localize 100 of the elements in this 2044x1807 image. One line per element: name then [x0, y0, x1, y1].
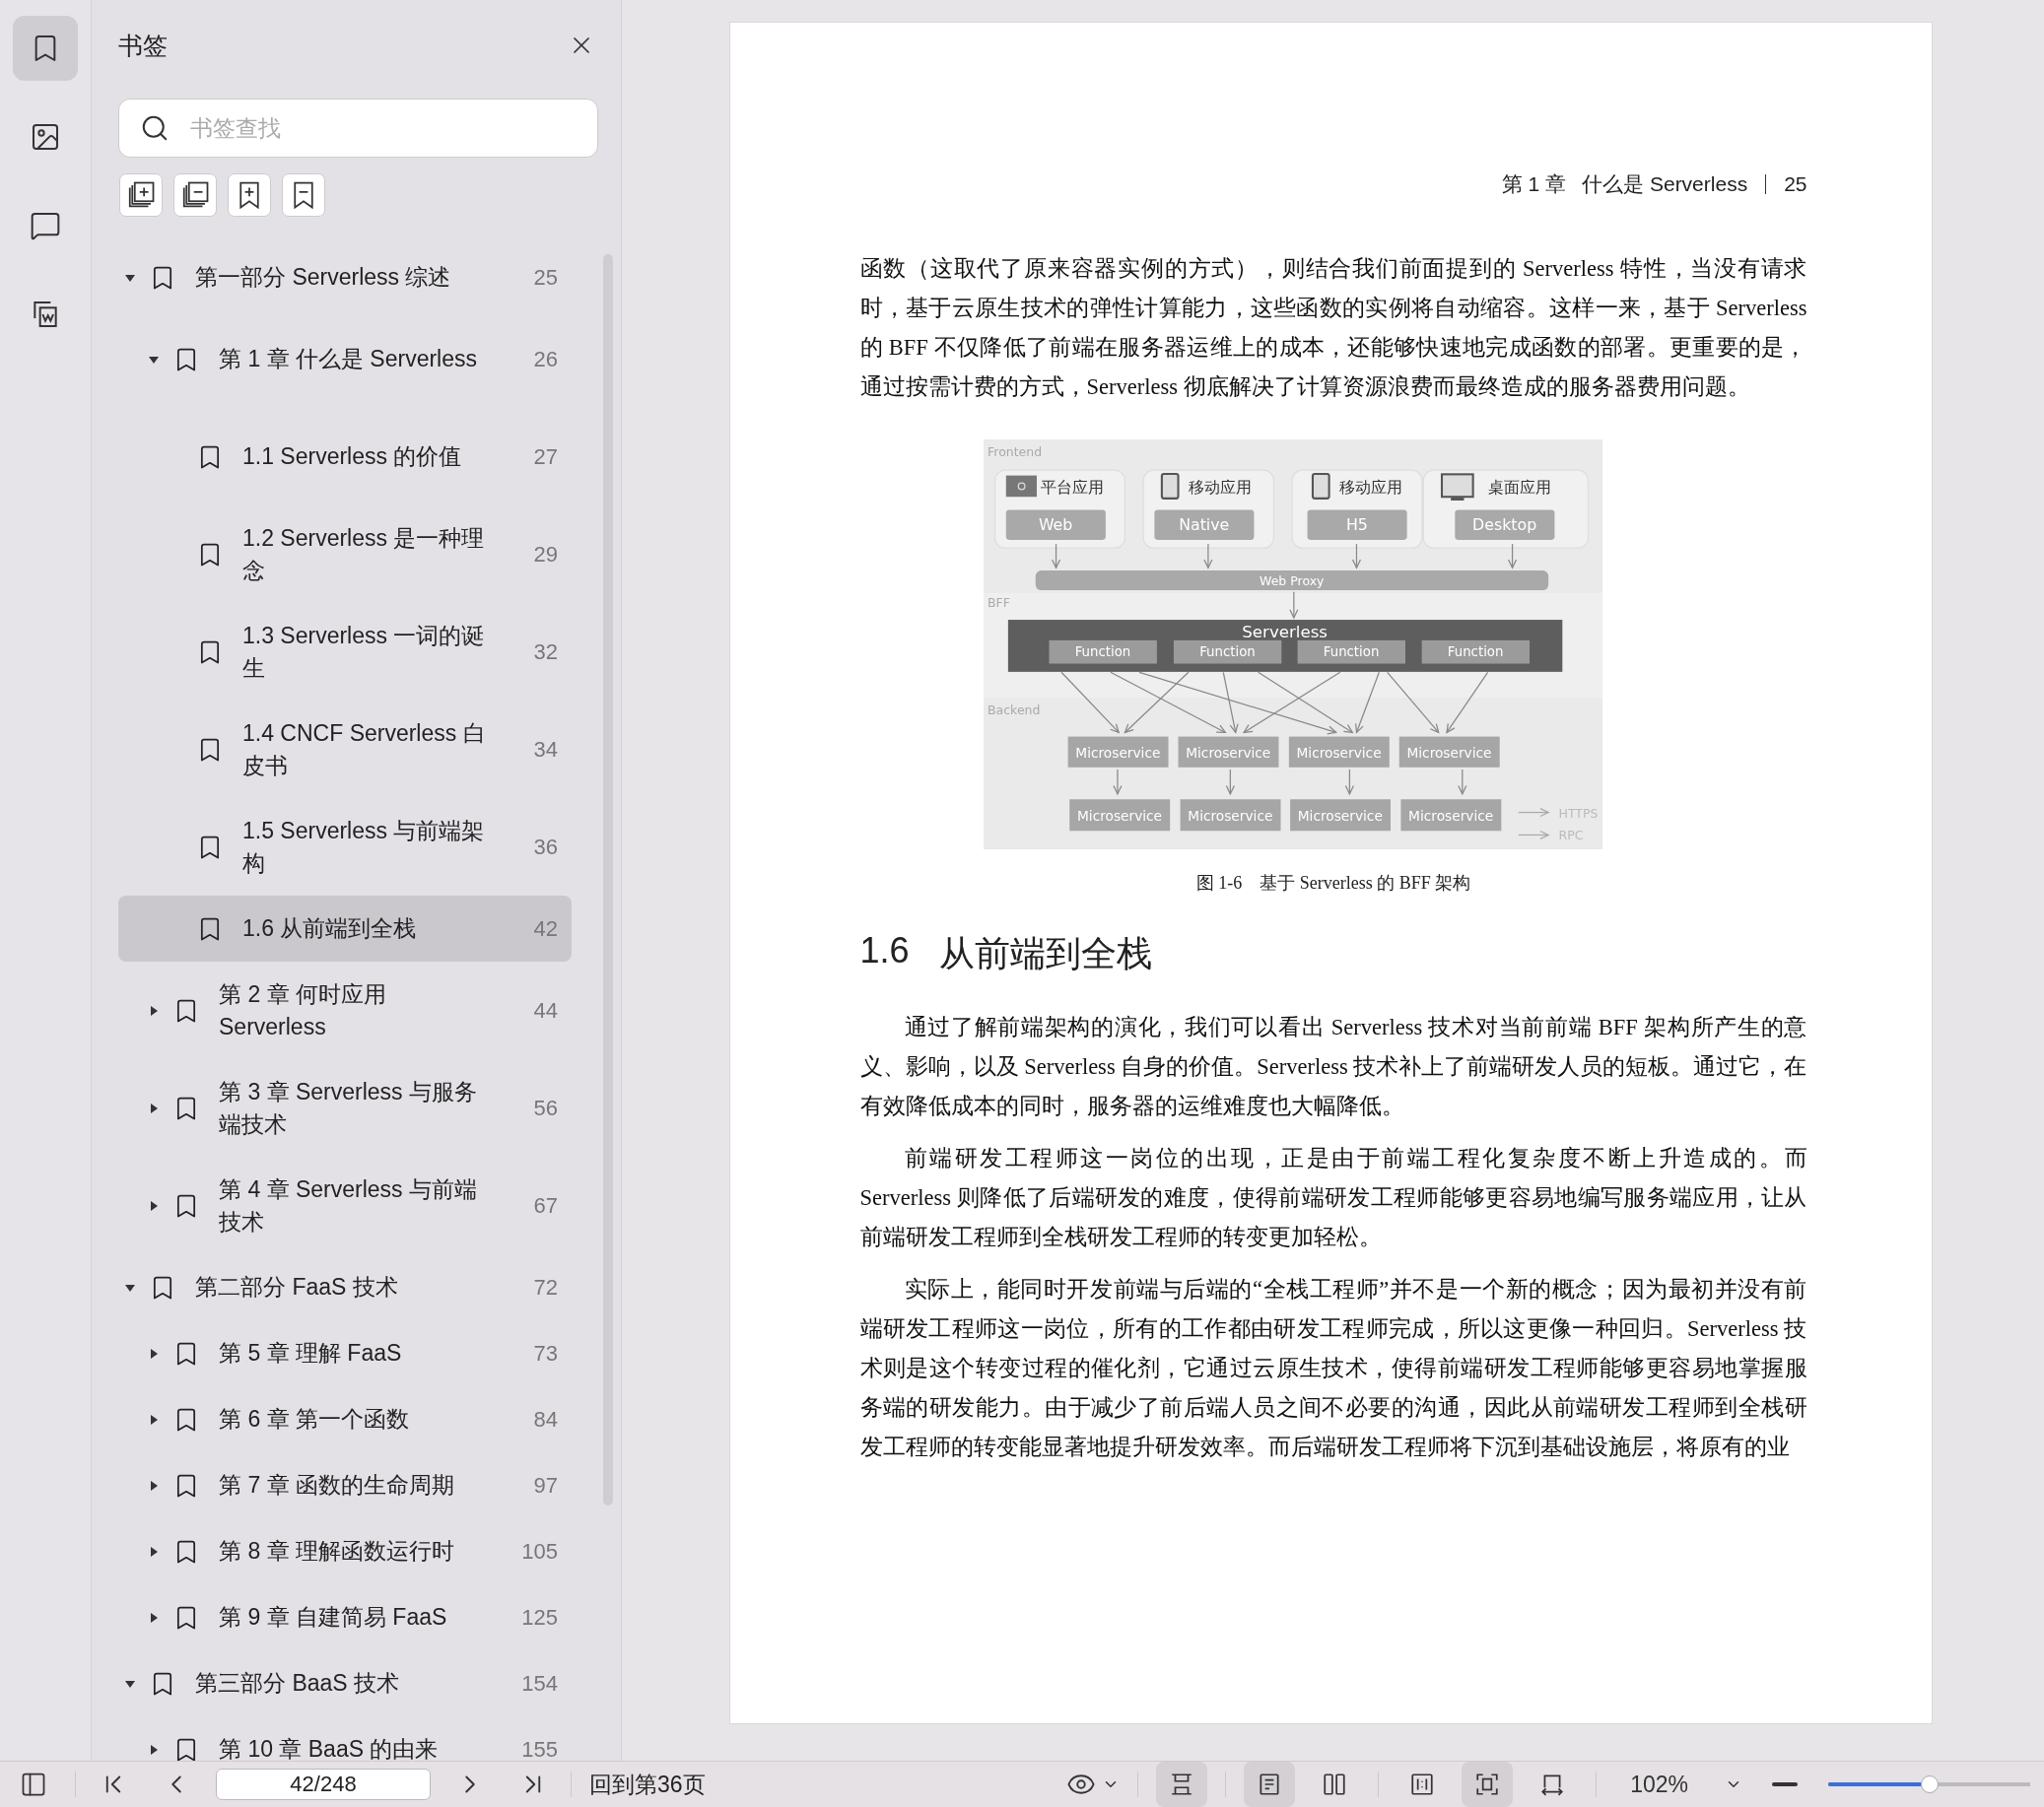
page-number: 84 [532, 1406, 558, 1433]
bookmark-item[interactable]: 1.2 Serverless 是一种理念 29 [118, 505, 572, 603]
function-label: Function [1074, 644, 1130, 660]
stacked-minus-icon [180, 180, 210, 210]
view-mode-button[interactable] [1244, 1762, 1296, 1807]
remove-bookmark-button[interactable] [282, 173, 325, 217]
triangle-icon [149, 354, 159, 365]
microservice-label: Microservice [1074, 744, 1160, 761]
expanded-toggle[interactable] [147, 354, 161, 365]
page-number: 105 [520, 1538, 558, 1565]
connector-arrow [1202, 543, 1212, 569]
bookmark-title: 第 6 章 第一个函数 [219, 1405, 410, 1434]
bookmark-title: 第 1 章 什么是 Serverless [219, 345, 478, 373]
page-number: 125 [520, 1604, 558, 1631]
bookmark-item[interactable]: 第 10 章 BaaS 的由来 155 [118, 1716, 572, 1761]
back-to-page-link[interactable]: 回到第36页 [589, 1769, 706, 1800]
view-mode-button[interactable] [1462, 1762, 1514, 1807]
connector-arrow [1457, 769, 1466, 796]
triangle-icon [149, 1414, 159, 1425]
client-box-label: Web [1038, 515, 1072, 535]
page-number: 25 [1784, 172, 1807, 196]
bookmark-item[interactable]: 第 7 章 函数的生命周期 97 [118, 1452, 572, 1518]
connector-arrow [1051, 543, 1060, 569]
page-number: 67 [532, 1192, 558, 1219]
microservice-label: Microservice [1076, 807, 1162, 824]
microservice-label: Microservice [1405, 744, 1492, 761]
expanded-toggle[interactable] [123, 272, 137, 283]
expanded-toggle[interactable] [123, 1678, 137, 1689]
section-title: 从前端到全栈 [938, 932, 1152, 975]
page-number: 34 [532, 736, 558, 763]
bookmark-title: 1.6 从前端到全栈 [242, 914, 418, 943]
proxy-label: Web Proxy [1259, 573, 1324, 589]
bookmark-item[interactable]: 第 9 章 自建简易 FaaS 125 [118, 1584, 572, 1650]
bookmark-title: 1.5 Serverless 与前端架构 [242, 816, 486, 878]
bookmark-item[interactable]: 第二部分 FaaS 技术 72 [118, 1254, 572, 1320]
slider-thumb[interactable] [1920, 1775, 1939, 1793]
bookmark-title: 第 7 章 函数的生命周期 [219, 1471, 455, 1500]
bookmark-item[interactable]: 第 1 章 什么是 Serverless 26 [118, 310, 572, 408]
bookmark-item[interactable]: 第一部分 Serverless 综述 25 [118, 244, 572, 310]
bookmark-title: 1.2 Serverless 是一种理念 [242, 523, 486, 585]
add-bookmark-button[interactable] [228, 173, 271, 217]
page-number: 27 [532, 443, 558, 470]
triangle-icon [149, 1103, 159, 1113]
page-number: 72 [532, 1274, 558, 1301]
view-mode-button[interactable] [1156, 1762, 1208, 1807]
section-label: Backend [987, 702, 1040, 717]
triangle-icon [149, 1480, 159, 1491]
phone-icon [1160, 472, 1180, 500]
sidebar-tab[interactable] [13, 16, 78, 81]
page-number: 56 [532, 1095, 558, 1121]
figure-caption: 图 1-6 基于 Serverless 的 BFF 架构 [1194, 872, 1472, 895]
comment-icon [30, 210, 61, 241]
page-number: 25 [532, 264, 558, 291]
bookmark-title: 1.1 Serverless 的价值 [242, 442, 463, 471]
bookmark-item[interactable]: 1.6 从前端到全栈 42 [118, 896, 572, 962]
expand-all-button[interactable] [119, 173, 163, 217]
two-page-icon [1322, 1772, 1348, 1797]
legend-arrow [1517, 807, 1550, 818]
stacked-plus-icon [126, 180, 156, 210]
bookmark-item[interactable]: 第 6 章 第一个函数 84 [118, 1386, 572, 1452]
search-icon [140, 113, 170, 143]
client-box-label: H5 [1345, 515, 1368, 535]
page-number: 29 [532, 541, 558, 568]
connector-arrow [1386, 671, 1440, 734]
microservice-label: Microservice [1296, 744, 1382, 761]
bookmark-item[interactable]: 第 5 章 理解 FaaS 73 [118, 1320, 572, 1386]
bookmark-item[interactable]: 1.5 Serverless 与前端架构 36 [118, 798, 572, 896]
search-field[interactable]: 书签查找 [118, 99, 598, 158]
page-number: 42 [532, 915, 558, 942]
page-number: 26 [532, 346, 558, 372]
bookmark-item[interactable]: 1.3 Serverless 一词的诞生 32 [118, 603, 572, 701]
bookmark-item[interactable]: 1.1 Serverless 的价值 27 [118, 408, 572, 505]
bookmark-title: 第 5 章 理解 FaaS [219, 1339, 403, 1368]
collapse-all-button[interactable] [173, 173, 217, 217]
connector-arrow [1225, 769, 1235, 796]
bookmark-item[interactable]: 第 2 章 何时应用 Serverless 44 [118, 962, 572, 1059]
connector-arrow [1288, 591, 1298, 620]
bookmark-item[interactable]: 第 8 章 理解函数运行时 105 [118, 1518, 572, 1584]
section-number: 1.6 [859, 930, 910, 972]
triangle-icon [149, 1612, 159, 1623]
page-number: 155 [520, 1736, 558, 1761]
bookmark-title: 1.3 Serverless 一词的诞生 [242, 621, 486, 683]
page-field[interactable]: 42/248 [216, 1769, 431, 1800]
bookmark-item[interactable]: 第 3 章 Serverless 与服务端技术 56 [118, 1059, 572, 1157]
bookmark-title: 第二部分 FaaS 技术 [195, 1273, 399, 1302]
section-label: Frontend [987, 443, 1042, 459]
bookmark-item[interactable]: 第三部分 BaaS 技术 154 [118, 1650, 572, 1716]
sidebar-icon [20, 1771, 47, 1798]
legend-arrow [1517, 830, 1550, 840]
triangle-icon [149, 1744, 159, 1755]
bookmark-item[interactable]: 第 4 章 Serverless 与前端技术 67 [118, 1157, 572, 1254]
bookmark-item[interactable]: 1.4 CNCF Serverless 白皮书 34 [118, 701, 572, 798]
page-width-icon [1539, 1772, 1566, 1797]
bookmark-title: 第 9 章 自建简易 FaaS [219, 1603, 448, 1632]
microservice-label: Microservice [1187, 807, 1272, 824]
expanded-toggle[interactable] [123, 1282, 137, 1293]
bookmark-title: 第一部分 Serverless 综述 [195, 263, 452, 292]
connector-arrow [1112, 769, 1123, 796]
client-label: 平台应用 [1040, 479, 1104, 497]
triangle-icon [149, 1348, 159, 1359]
